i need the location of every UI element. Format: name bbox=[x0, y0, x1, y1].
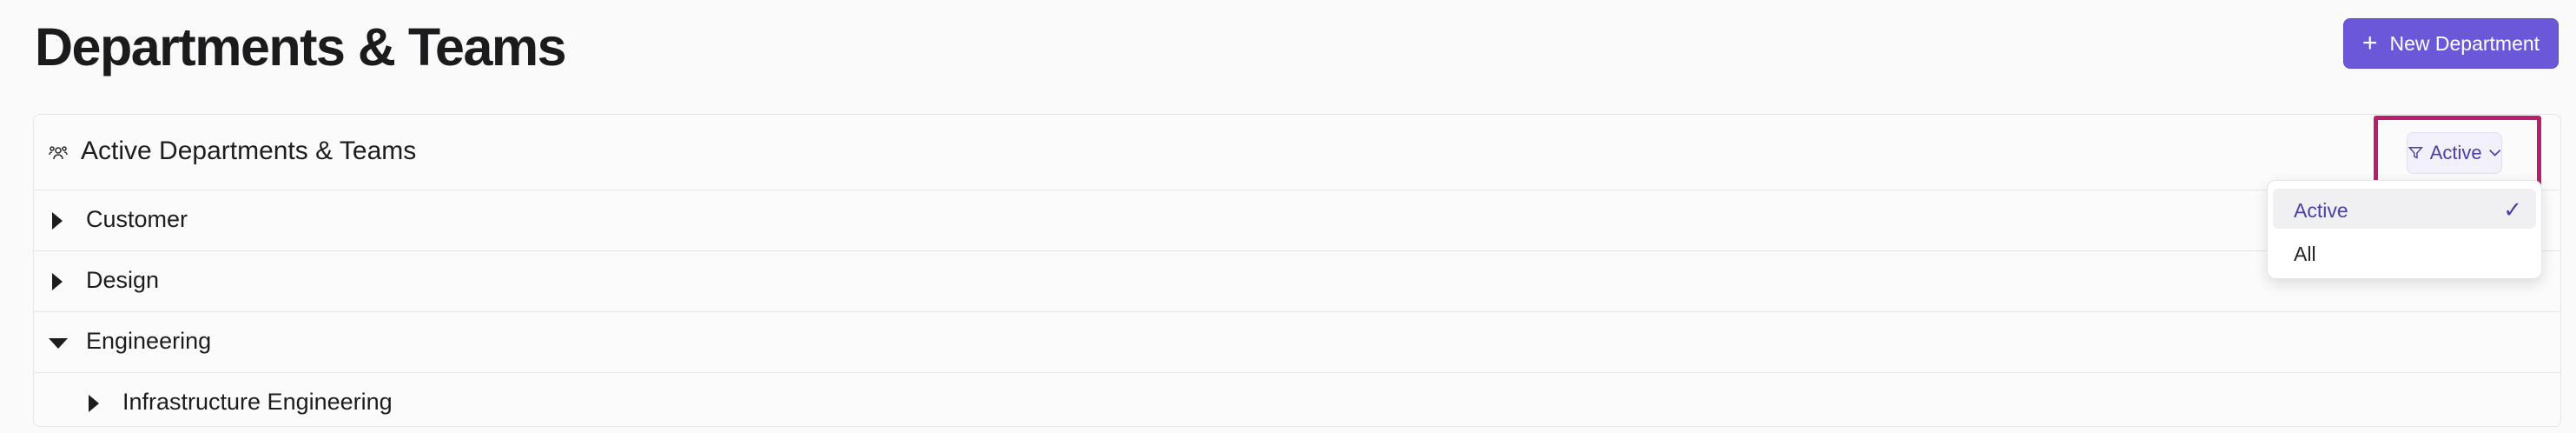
new-department-button[interactable]: + New Department bbox=[2343, 18, 2559, 69]
filter-option-active[interactable]: Active ✓ bbox=[2273, 189, 2536, 229]
option-label: All bbox=[2294, 243, 2316, 265]
department-row-customer[interactable]: Customer bbox=[34, 190, 2560, 251]
caret-right-icon bbox=[52, 212, 63, 230]
department-label: Engineering bbox=[86, 328, 212, 354]
caret-right-icon bbox=[89, 395, 99, 412]
panel-header: Active Departments & Teams bbox=[34, 115, 2560, 190]
filter-dropdown-menu: Active ✓ All bbox=[2267, 180, 2542, 279]
panel-title: Active Departments & Teams bbox=[81, 137, 417, 165]
team-icon bbox=[49, 146, 68, 160]
department-row-design[interactable]: Design bbox=[34, 250, 2560, 312]
caret-down-icon bbox=[49, 338, 68, 349]
new-department-label: New Department bbox=[2389, 31, 2540, 55]
team-row-infrastructure-engineering[interactable]: Infrastructure Engineering bbox=[34, 372, 2560, 433]
department-row-engineering[interactable]: Engineering bbox=[34, 311, 2560, 373]
department-label: Customer bbox=[86, 206, 188, 232]
filter-icon bbox=[2408, 147, 2423, 159]
filter-option-all[interactable]: All bbox=[2273, 232, 2536, 272]
page-title: Departments & Teams bbox=[35, 17, 567, 77]
team-label: Infrastructure Engineering bbox=[122, 389, 393, 415]
department-label: Design bbox=[86, 267, 160, 293]
departments-panel: Active Departments & Teams Customer Desi… bbox=[33, 114, 2561, 427]
plus-icon: + bbox=[2361, 29, 2378, 57]
caret-right-icon bbox=[52, 273, 63, 290]
chevron-down-icon bbox=[2488, 149, 2500, 157]
check-icon: ✓ bbox=[2503, 197, 2522, 223]
option-label: Active bbox=[2294, 199, 2348, 222]
filter-label: Active bbox=[2429, 142, 2482, 163]
status-filter-button[interactable]: Active bbox=[2407, 132, 2502, 174]
